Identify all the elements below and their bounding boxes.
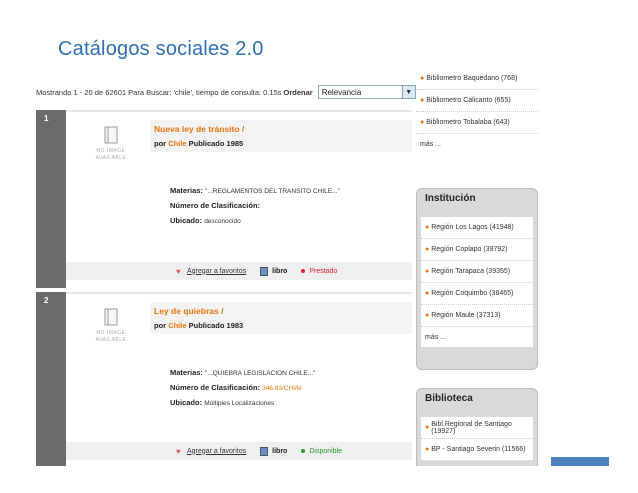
availability-status: Prestado xyxy=(301,268,337,275)
bullet-icon: ● xyxy=(420,119,425,126)
heart-icon: ♥ xyxy=(176,266,181,276)
facet-more-link[interactable]: más ... xyxy=(416,134,538,155)
facet-item[interactable]: ● Región Tarapaca (39355) xyxy=(421,261,533,283)
book-placeholder-icon xyxy=(104,126,118,144)
facet-item[interactable]: ● Región Los Lagos (41948) xyxy=(421,217,533,239)
result-title-box: Nueva ley de tránsito / por Chile Public… xyxy=(150,120,412,152)
facet-item[interactable]: ● BP - Santiago Severin (11566) xyxy=(421,439,533,461)
add-favorite-button[interactable]: ♥ Agregar a favoritos xyxy=(176,446,246,456)
facet-item[interactable]: ● Región Maule (37313) xyxy=(421,305,533,327)
result-details: Materias: "...REGLAMENTOS DEL TRANSITO C… xyxy=(170,186,340,225)
book-icon xyxy=(260,266,269,276)
facet-list-top: ● Bibliometro Baquedano (768) ● Bibliometr… xyxy=(416,68,538,155)
author-link[interactable]: Chile xyxy=(168,139,186,148)
chevron-down-icon[interactable]: ▼ xyxy=(401,86,415,98)
results-summary-bar: Mostrando 1 - 20 de 62601 Para Buscar: '… xyxy=(36,80,416,104)
result-rank: 1 xyxy=(36,110,66,288)
status-dot-icon xyxy=(301,269,306,273)
result-byline: por Chile Publicado 1983 xyxy=(154,321,244,330)
facet-item[interactable]: ● Bibl.Regional de Santiago (19927) xyxy=(421,417,533,439)
bullet-icon: ● xyxy=(425,424,430,431)
facet-more-link[interactable]: más ... xyxy=(421,327,533,347)
slide-title: Catálogos sociales 2.0 xyxy=(58,38,264,60)
no-image-placeholder: NO IMAGE AVAILABLE xyxy=(94,126,128,162)
bullet-icon: ● xyxy=(425,446,430,453)
result-actions: ♥ Agregar a favoritos libro Disponible xyxy=(66,442,412,460)
location-value: Múltiples Localizaciones xyxy=(204,400,275,407)
result-item: 2 NO IMAGE AVAILABLE Ley de quiebras / po… xyxy=(36,292,412,466)
materias-value: "...QUIEBRA LEGISLACION CHILE..." xyxy=(205,370,316,377)
catalog-screenshot: Mostrando 1 - 20 de 62601 Para Buscar: '… xyxy=(36,68,608,466)
order-select[interactable]: Relevancia ▼ xyxy=(317,85,416,99)
bullet-icon: ● xyxy=(425,290,430,297)
book-icon xyxy=(260,446,269,456)
result-title-box: Ley de quiebras / por Chile Publicado 19… xyxy=(150,302,412,334)
bullet-icon: ● xyxy=(425,224,430,231)
order-select-value: Relevancia xyxy=(321,87,362,97)
facet-biblioteca: Biblioteca ● Bibl.Regional de Santiago (1… xyxy=(416,388,538,466)
result-rank: 2 xyxy=(36,292,66,466)
bullet-icon: ● xyxy=(420,97,425,104)
result-details: Materias: "...QUIEBRA LEGISLACION CHILE.… xyxy=(170,368,316,407)
bullet-icon: ● xyxy=(425,312,430,319)
facet-item[interactable]: ● Región Coplapo (39792) xyxy=(421,239,533,261)
facet-item[interactable]: ● Bibliometro Tobalaba (643) xyxy=(416,112,538,134)
result-item: 1 NO IMAGE AVAILABLE Nueva ley de tránsit… xyxy=(36,110,412,288)
add-favorite-button[interactable]: ♥ Agregar a favoritos xyxy=(176,266,246,276)
materias-value: "...REGLAMENTOS DEL TRANSITO CHILE..." xyxy=(205,188,340,195)
published-text: Publicado 1983 xyxy=(188,321,244,330)
facet-title: Biblioteca xyxy=(425,393,473,404)
order-label: Ordenar xyxy=(283,87,313,97)
result-actions: ♥ Agregar a favoritos libro Prestado xyxy=(66,262,412,280)
results-summary: Mostrando 1 - 20 de 62601 Para Buscar: '… xyxy=(36,87,282,97)
format-badge: libro xyxy=(260,266,287,276)
facet-item[interactable]: ● Bibliometro Baquedano (768) xyxy=(416,68,538,90)
slide-accent-bar xyxy=(551,457,609,466)
availability-status: Disponible xyxy=(301,448,342,455)
bullet-icon: ● xyxy=(425,246,430,253)
facet-item[interactable]: ● Región Coquimbo (38465) xyxy=(421,283,533,305)
format-badge: libro xyxy=(260,446,287,456)
result-content: NO IMAGE AVAILABLE Nueva ley de tránsito … xyxy=(66,110,412,288)
facet-item[interactable]: ● Bibliometro Calicanto (655) xyxy=(416,90,538,112)
author-link[interactable]: Chile xyxy=(168,321,186,330)
facet-list: ● Bibl.Regional de Santiago (19927) ● BP -… xyxy=(421,417,533,461)
bullet-icon: ● xyxy=(425,268,430,275)
no-image-text: NO IMAGE AVAILABLE xyxy=(95,148,127,161)
published-text: Publicado 1985 xyxy=(188,139,244,148)
book-placeholder-icon xyxy=(104,308,118,326)
status-dot-icon xyxy=(301,449,306,453)
facet-institucion: Institución ● Región Los Lagos (41948) ● R… xyxy=(416,188,538,370)
no-image-placeholder: NO IMAGE AVAILABLE xyxy=(94,308,128,344)
no-image-text: NO IMAGE AVAILABLE xyxy=(95,330,127,343)
result-title-link[interactable]: Nueva ley de tránsito / xyxy=(154,124,244,134)
facet-list: ● Región Los Lagos (41948) ● Región Coplap… xyxy=(421,217,533,347)
heart-icon: ♥ xyxy=(176,446,181,456)
result-title-link[interactable]: Ley de quiebras / xyxy=(154,306,223,316)
result-byline: por Chile Publicado 1985 xyxy=(154,139,244,148)
result-content: NO IMAGE AVAILABLE Ley de quiebras / por … xyxy=(66,292,412,466)
bullet-icon: ● xyxy=(420,75,425,82)
location-value: desconocido xyxy=(204,218,241,225)
classification-value: 346.83/CHI/le xyxy=(262,385,302,392)
facet-title: Institución xyxy=(425,193,476,204)
